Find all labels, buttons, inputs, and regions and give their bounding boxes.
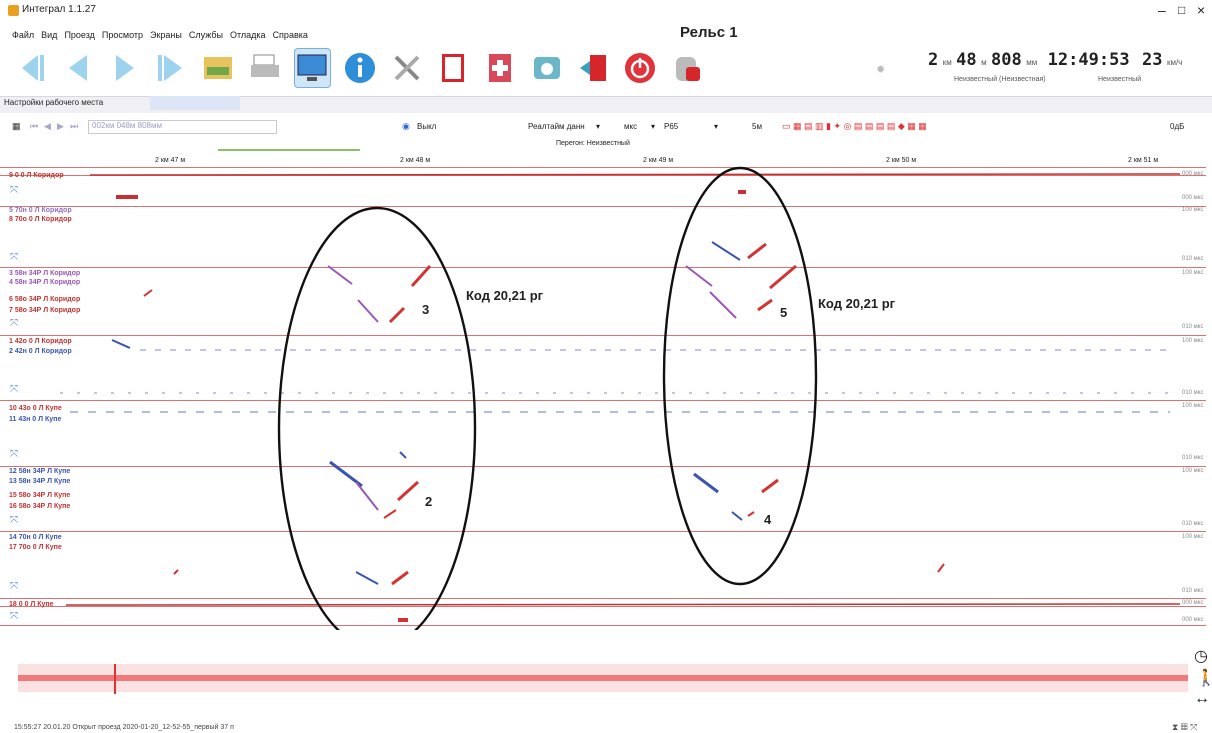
first-icon[interactable] [14,49,49,87]
unit-select[interactable]: мкс [624,122,637,131]
minimize-button[interactable]: – [1158,2,1166,18]
overview-track [18,675,1188,681]
book-icon[interactable] [436,49,471,87]
toolbar-tools-icon[interactable]: ▭ ▦ ▤ ▥ ▮ ✦ ◎ ▤ ▤ ▤ ▤ ◆ ▦ ▦ [782,121,927,132]
menu-run[interactable]: Проезд [64,30,94,40]
rail-dropdown-icon[interactable]: ▾ [714,122,718,131]
readout-sub-left: Неизвестный (Неизвестная) [954,76,1046,83]
eye-icon[interactable]: ◉ [402,121,410,132]
speed-unit: км/ч [1166,58,1183,67]
power-icon[interactable] [623,49,658,87]
window-title: Интеграл 1.1.27 [22,4,96,15]
tools-icon[interactable] [389,49,424,87]
menu-browse[interactable]: Просмотр [102,30,143,40]
close-button[interactable]: × [1197,2,1205,18]
tab-ghost[interactable] [150,96,240,110]
print-icon[interactable] [247,49,282,87]
next-icon[interactable] [107,49,142,87]
km-value: 2 [928,50,939,70]
camera-icon[interactable] [529,49,564,87]
maximize-button[interactable]: □ [1178,3,1185,17]
nav-prev-icon[interactable]: ◀ [44,121,51,132]
m-value: 48 [956,50,977,70]
m-unit: м [981,58,987,67]
off-label[interactable]: Выкл [417,122,436,131]
mm-unit: мм [1026,58,1038,67]
last-icon[interactable] [154,49,189,87]
km-unit: км [942,58,952,67]
signal-canvas [60,166,1181,630]
chart-icon[interactable]: ▦ [12,121,21,132]
app-logo-icon [8,5,19,16]
nav-next-icon[interactable]: ▶ [57,121,64,132]
annotation-code-left: Код 20,21 рг [466,288,544,303]
menu-view[interactable]: Вид [41,30,57,40]
readout-sub-right: Неизвестный [1098,76,1142,83]
status-icons: ⧗ ▦ ⤧ [1172,722,1198,732]
position-input-placeholder: 002км 048м 808мм [92,121,162,130]
ruler-folder-icon[interactable] [201,49,236,87]
annotation-number: 3 [422,302,430,317]
realtime-select[interactable]: Реалтайм данн [528,122,585,131]
monitor-icon[interactable] [294,48,331,88]
position-readout: 2 км 48 м 808 мм 12:49:53 23 км/ч Неизве… [928,50,1212,90]
menu-screens[interactable]: Экраны [150,30,182,40]
prev-icon[interactable] [61,49,96,87]
realtime-dropdown-icon[interactable]: ▾ [596,122,600,131]
annotation-number: 2 [425,494,433,509]
gain-value: 0дБ [1170,122,1185,131]
speed-value: 23 [1142,50,1163,70]
nav-first-icon[interactable]: ⏮ [30,121,38,132]
annotation-number: 4 [764,512,772,527]
menu-file[interactable]: Файл [12,30,34,40]
rail-type-select[interactable]: Р65 [664,122,678,131]
database-icon[interactable] [669,49,704,87]
resize-horizontal-icon[interactable]: ↔ [1194,690,1210,708]
menu-services[interactable]: Службы [189,30,223,40]
walker-icon[interactable]: 🚶 [1196,668,1212,688]
position-input[interactable]: 002км 048м 808мм [88,120,277,134]
overview-cursor[interactable] [114,664,116,694]
unit-dropdown-icon[interactable]: ▾ [651,122,655,131]
info-icon[interactable] [343,49,378,87]
main-toolbar [14,45,704,91]
annotation-code-right: Код 20,21 рг [818,296,896,311]
menu-bar: Файл Вид Проезд Просмотр Экраны Службы О… [12,30,308,40]
status-bar: 15:55:27 20.01.20 Открыт проезд 2020-01-… [14,724,234,731]
ruler-highlight [218,149,360,151]
settings-gear-icon[interactable]: ✹ [876,63,885,76]
menu-debug[interactable]: Отладка [230,30,266,40]
tab-workplace-settings[interactable]: Настройки рабочего места [4,98,103,107]
stretch-label: Перегон: Неизвестный [556,140,630,147]
menu-help[interactable]: Справка [273,30,308,40]
annotation-number: 5 [780,305,788,320]
document-title: Рельс 1 [680,24,738,41]
add-book-icon[interactable] [483,49,518,87]
clock-icon[interactable]: ◷ [1194,646,1208,666]
nav-last-icon[interactable]: ⏭ [70,121,78,132]
exit-icon[interactable] [576,49,611,87]
time-value: 12:49:53 [1047,50,1130,70]
mm-value: 808 [991,50,1022,70]
distance-select[interactable]: 5м [752,122,762,131]
